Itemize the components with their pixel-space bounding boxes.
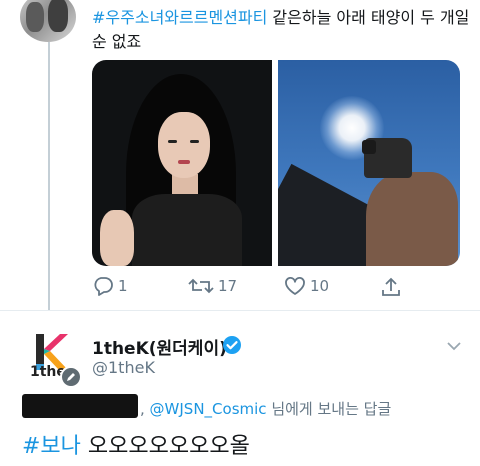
reply-handle[interactable]: @1theK xyxy=(92,358,155,377)
chevron-down-icon[interactable] xyxy=(446,340,462,352)
retweet-icon xyxy=(188,278,214,294)
tweet-text: #우주소녀와르르멘션파티 같은하늘 아래 태양이 두 개일순 없죠 xyxy=(92,6,472,54)
tweet-hashtag[interactable]: #우주소녀와르르멘션파티 xyxy=(92,8,267,27)
media-photo-sun[interactable] xyxy=(278,60,460,266)
edit-badge[interactable] xyxy=(60,366,82,388)
share-icon xyxy=(382,277,400,296)
replying-to-prefix: , xyxy=(140,400,150,418)
reply-text: #보나 오오오오오오오올 xyxy=(22,428,250,460)
like-action[interactable]: 10 xyxy=(284,276,329,296)
share-action[interactable] xyxy=(380,276,406,298)
retweet-action[interactable]: 17 xyxy=(188,276,237,296)
replying-to-line: , @WJSN_Cosmic 님에게 보내는 답글 xyxy=(140,398,391,419)
reply-hashtag[interactable]: #보나 xyxy=(22,434,81,459)
reply-count: 1 xyxy=(118,277,128,295)
replying-to-suffix: 님에게 보내는 답글 xyxy=(266,400,392,418)
tweet-divider xyxy=(0,310,480,311)
redacted-mention xyxy=(22,394,138,418)
like-icon xyxy=(285,276,305,295)
media-photo-person[interactable] xyxy=(92,60,272,266)
reply-icon xyxy=(94,277,113,296)
reply-action[interactable]: 1 xyxy=(92,276,128,296)
thread-line xyxy=(48,42,50,310)
reply-body: 오오오오오오오올 xyxy=(80,434,250,459)
like-count: 10 xyxy=(310,277,330,295)
replying-to-handle[interactable]: @WJSN_Cosmic xyxy=(150,400,267,418)
retweet-count: 17 xyxy=(218,277,238,295)
reply-display-name[interactable]: 1theK(원더케이) xyxy=(92,334,227,359)
verified-badge-icon xyxy=(223,336,241,354)
tweet-actions: 1 17 10 xyxy=(92,276,432,300)
user-avatar[interactable] xyxy=(20,0,76,42)
pencil-icon xyxy=(67,373,75,381)
tweet-media[interactable] xyxy=(92,60,460,266)
